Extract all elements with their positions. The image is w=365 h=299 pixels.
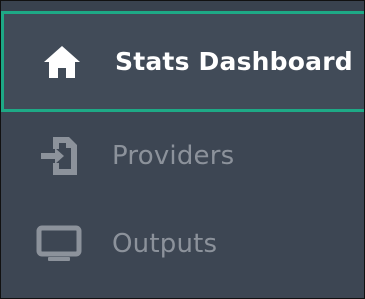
import-file-icon — [31, 136, 87, 176]
sidebar-top-strip — [1, 1, 364, 11]
sidebar-item-label: Stats Dashboard — [115, 47, 353, 76]
sidebar-item-label: Outputs — [112, 229, 218, 259]
sidebar-item-label: Providers — [112, 141, 235, 171]
monitor-icon — [31, 224, 87, 264]
sidebar-item-stats-dashboard[interactable]: Stats Dashboard — [1, 11, 364, 112]
sidebar-item-outputs[interactable]: Outputs — [1, 200, 364, 288]
sidebar-frame: Stats Dashboard Providers Outputs — [0, 0, 365, 299]
sidebar-menu: Stats Dashboard Providers Outputs — [1, 11, 364, 288]
sidebar-item-providers[interactable]: Providers — [1, 112, 364, 200]
home-icon — [34, 42, 90, 82]
